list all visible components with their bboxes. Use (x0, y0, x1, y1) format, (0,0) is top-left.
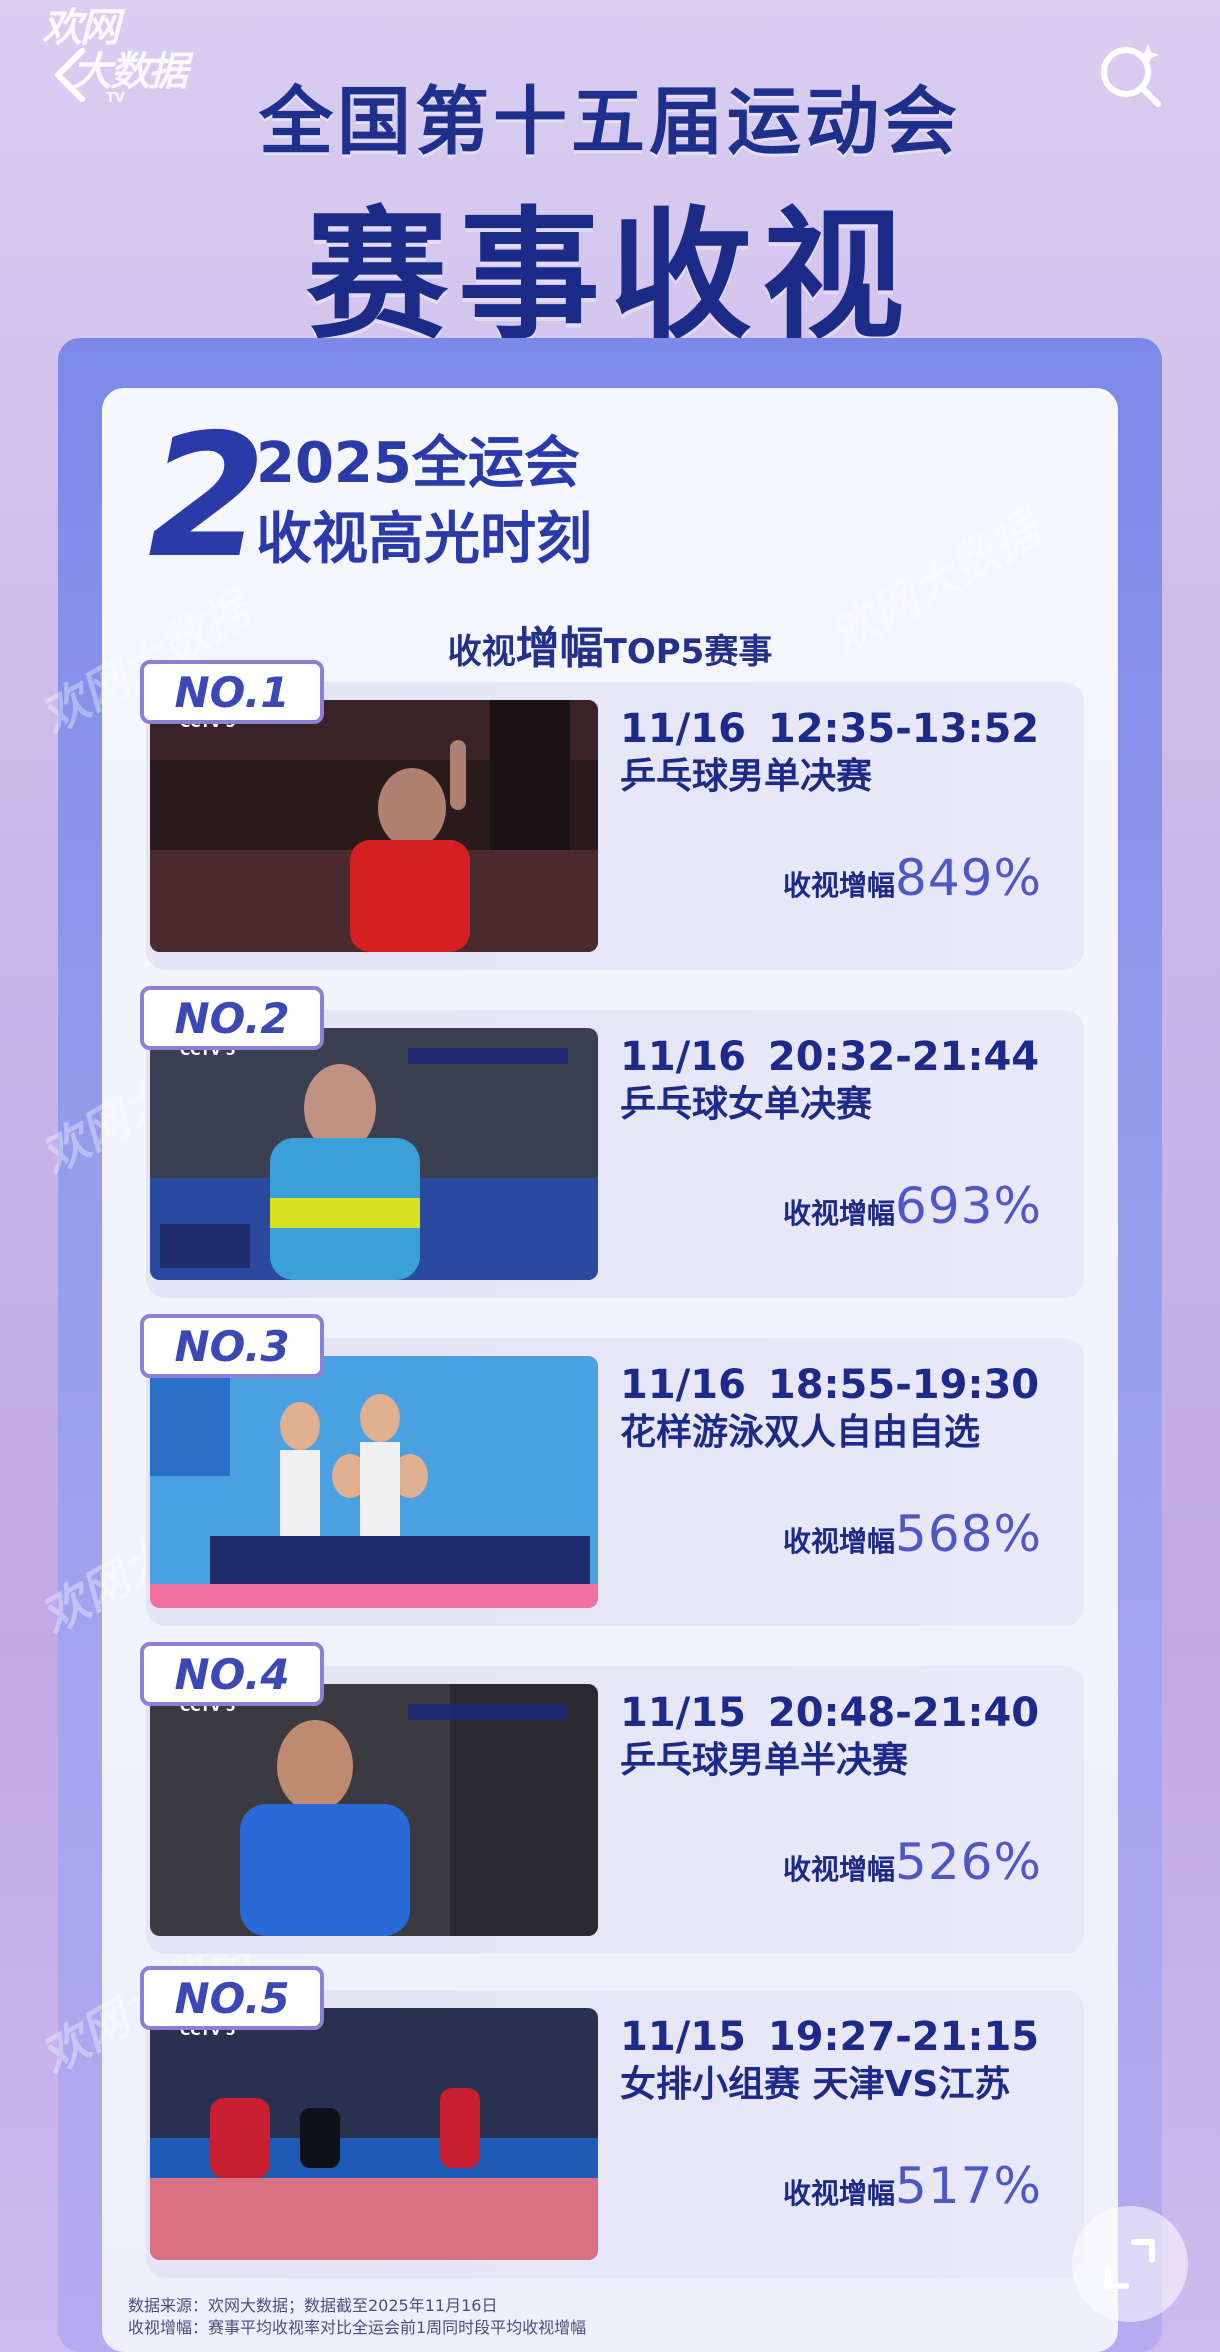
card-rate: 收视增幅517% (752, 2156, 1042, 2228)
thumbnail-image (150, 700, 598, 952)
event-thumbnail: CCTV 5 (150, 700, 598, 952)
card-event: 花样游泳双人自由自选 (620, 1412, 981, 1453)
subheading-post: TOP5赛事 (603, 632, 773, 672)
card-time: 11/16 20:32-21:44 (620, 1034, 1040, 1080)
section-title-line1: 2025全运会 (256, 431, 580, 496)
card-event: 乒乓球女单决赛 (620, 1084, 873, 1125)
rate-value: 693% (895, 1177, 1042, 1235)
thumbnail-image (150, 1028, 598, 1280)
rate-label: 收视增幅 (783, 1525, 896, 1558)
footnote-definition: 收视增幅：赛事平均收视率对比全运会前1周同时段平均收视增幅 (128, 2318, 587, 2337)
event-thumbnail: CCTV 5 (150, 1028, 598, 1280)
event-thumbnail: CCTV 5 (150, 1684, 598, 1936)
card-event: 女排小组赛 天津VS江苏 (620, 2064, 1011, 2105)
rank-badge: NO.5 (140, 1966, 324, 2030)
thumbnail-image (150, 1684, 598, 1936)
rank-badge: NO.1 (140, 660, 324, 724)
thumbnail-image (150, 1356, 598, 1608)
expand-corners-icon (1105, 2239, 1155, 2289)
expand-button[interactable] (1072, 2206, 1188, 2322)
rate-label: 收视增幅 (783, 2177, 896, 2210)
card-time: 11/16 18:55-19:30 (620, 1362, 1040, 1408)
card-time: 11/15 20:48-21:40 (620, 1690, 1040, 1736)
rate-value: 568% (895, 1505, 1042, 1563)
subheading-big: 增幅 (515, 623, 604, 674)
event-thumbnail: CCTV 5 (150, 2008, 598, 2260)
card-rate: 收视增幅693% (752, 1176, 1042, 1248)
rate-label: 收视增幅 (783, 1197, 896, 1230)
event-thumbnail (150, 1356, 598, 1608)
page-subtitle: 赛事收视 (306, 194, 914, 359)
card-event: 乒乓球男单决赛 (620, 756, 873, 797)
rate-value: 517% (895, 2157, 1042, 2215)
page-title: 全国第十五届运动会 (259, 79, 961, 165)
rate-label: 收视增幅 (783, 1853, 896, 1886)
card-rate: 收视增幅568% (752, 1504, 1042, 1576)
score-overlay (408, 1704, 568, 1720)
rank-badge: NO.4 (140, 1642, 324, 1706)
thumbnail-image (150, 2008, 598, 2260)
rate-label: 收视增幅 (783, 869, 896, 902)
rate-value: 526% (895, 1833, 1042, 1891)
card-rate: 收视增幅849% (752, 848, 1042, 920)
subheading-pre: 收视 (447, 632, 516, 672)
section-number: 2 (148, 398, 267, 596)
card-rate: 收视增幅526% (752, 1832, 1042, 1904)
card-time: 11/16 12:35-13:52 (620, 706, 1040, 752)
rank-badge: NO.2 (140, 986, 324, 1050)
rate-value: 849% (895, 849, 1042, 907)
score-overlay (408, 1048, 568, 1064)
section-title-line2: 收视高光时刻 (256, 507, 592, 572)
card-time: 11/15 19:27-21:15 (620, 2014, 1040, 2060)
rank-badge: NO.3 (140, 1314, 324, 1378)
footnote-source: 数据来源：欢网大数据；数据截至2025年11月16日 (128, 2296, 498, 2315)
card-event: 乒乓球男单半决赛 (620, 1740, 909, 1781)
